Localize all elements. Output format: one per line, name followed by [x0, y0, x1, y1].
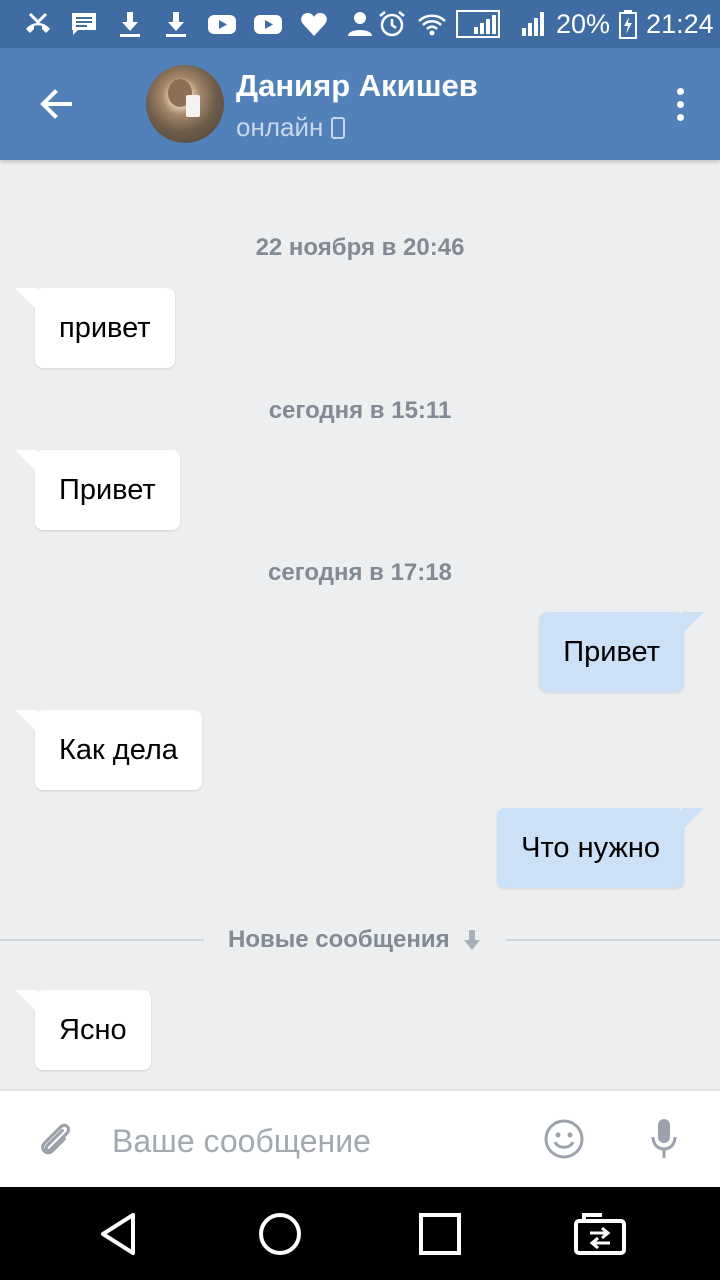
- sim2-signal-icon: [508, 9, 548, 39]
- nav-back-button[interactable]: [80, 1199, 160, 1269]
- paperclip-icon: [41, 1123, 71, 1155]
- clock: 21:24: [646, 8, 714, 39]
- date-separator: 22 ноября в 20:46: [255, 234, 465, 261]
- nav-recents-button[interactable]: [400, 1199, 480, 1269]
- chat-header: Данияр Акишев онлайн: [0, 48, 720, 160]
- system-navigation-bar: [0, 1187, 720, 1280]
- status-bar: 20% 21:24: [0, 0, 720, 48]
- new-messages-label: Новые сообщения: [228, 926, 450, 953]
- mobile-phone-icon: [331, 116, 346, 139]
- nav-switch-button[interactable]: [560, 1199, 640, 1269]
- contact-status: онлайн: [236, 112, 346, 143]
- message-input[interactable]: [112, 1113, 522, 1169]
- circle-home-icon: [259, 1212, 301, 1255]
- microphone-icon: [651, 1119, 677, 1158]
- switch-windows-icon: [574, 1212, 626, 1255]
- outgoing-message[interactable]: Что нужно: [497, 808, 704, 888]
- attach-button[interactable]: [30, 1115, 82, 1167]
- missed-call-icon: [22, 9, 54, 39]
- battery-percent: 20%: [556, 8, 611, 39]
- download-icon: [114, 9, 146, 39]
- triangle-back-icon: [101, 1212, 135, 1255]
- heart-icon: [298, 9, 330, 39]
- incoming-message[interactable]: Ясно: [15, 990, 151, 1070]
- download-icon: [160, 9, 192, 39]
- back-button[interactable]: [24, 76, 88, 132]
- back-arrow-icon: [40, 89, 72, 119]
- youtube-icon: [252, 9, 284, 39]
- avatar[interactable]: [146, 65, 224, 143]
- sim1-signal-icon: [456, 9, 500, 39]
- date-separator: сегодня в 17:18: [268, 559, 452, 586]
- wifi-icon: [416, 9, 448, 39]
- incoming-message[interactable]: Как дела: [15, 710, 202, 790]
- contact-name[interactable]: Данияр Акишев: [236, 68, 478, 104]
- incoming-message[interactable]: Привет: [15, 450, 180, 530]
- outgoing-message[interactable]: Привет: [539, 612, 704, 692]
- person-icon: [344, 9, 376, 39]
- square-recents-icon: [419, 1212, 461, 1255]
- alarm-icon: [376, 9, 408, 39]
- smiley-icon: [544, 1119, 584, 1159]
- contact-status-label: онлайн: [236, 112, 324, 142]
- incoming-message[interactable]: привет: [15, 288, 175, 368]
- new-messages-divider: Новые сообщения: [0, 922, 720, 958]
- battery-charging-icon: [618, 9, 638, 39]
- youtube-icon: [206, 9, 238, 39]
- message-icon: [68, 9, 100, 39]
- voice-message-button[interactable]: [640, 1113, 688, 1165]
- nav-home-button[interactable]: [240, 1199, 320, 1269]
- emoji-button[interactable]: [540, 1115, 588, 1163]
- date-separator: сегодня в 15:11: [268, 397, 452, 424]
- message-composer: [0, 1089, 720, 1187]
- more-options-button[interactable]: [660, 80, 700, 128]
- arrow-down-icon: [463, 930, 480, 950]
